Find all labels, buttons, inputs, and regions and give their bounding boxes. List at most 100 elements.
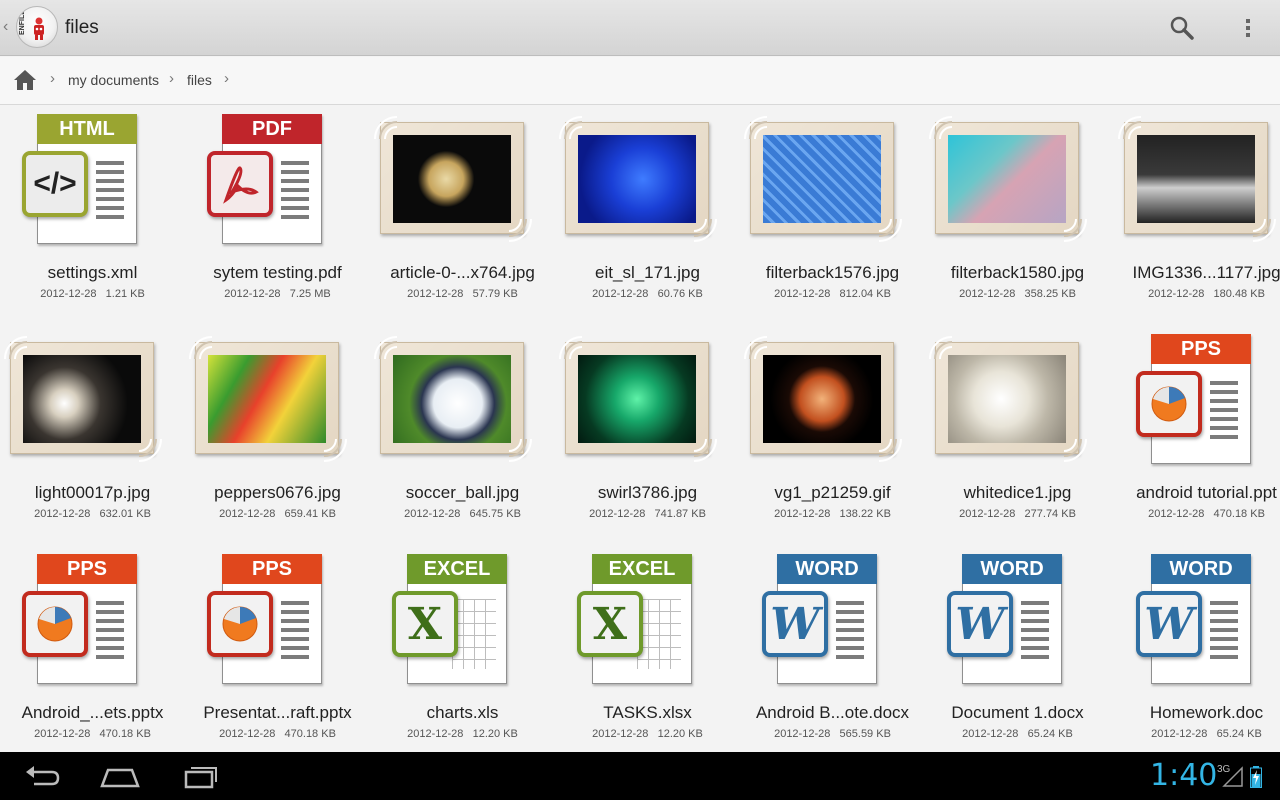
app-logo[interactable]: ENFILE (16, 6, 58, 48)
recent-apps-button[interactable] (178, 762, 222, 790)
frame-curl-icon (1251, 217, 1277, 243)
file-thumbnail: PDF (185, 112, 370, 250)
file-thumbnail (740, 332, 925, 470)
file-date: 2012-12-28 (774, 288, 831, 300)
status-clock[interactable]: 1:40 (1150, 758, 1217, 793)
file-item[interactable]: PPS android tutorial.ppt 2012-12-28 470.… (1114, 326, 1280, 546)
file-date: 2012-12-28 (1148, 508, 1205, 520)
overflow-menu-button[interactable] (1238, 14, 1258, 42)
document-lines (281, 161, 309, 224)
file-item[interactable]: eit_sl_171.jpg 2012-12-28 60.76 KB (555, 106, 740, 326)
pie-chart-icon (22, 591, 88, 657)
file-item[interactable]: WORD W Homework.doc 2012-12-28 65.24 KB (1114, 546, 1280, 766)
breadcrumb-home-button[interactable] (12, 67, 38, 93)
file-meta: 2012-12-28 1.21 KB (0, 288, 185, 300)
frame-curl-icon (692, 437, 718, 463)
file-item[interactable]: soccer_ball.jpg 2012-12-28 645.75 KB (370, 326, 555, 546)
breadcrumb-separator-icon: › (169, 70, 174, 87)
document-type-label: WORD (962, 554, 1062, 584)
file-meta: 2012-12-28 65.24 KB (1114, 728, 1280, 740)
file-name: sytem testing.pdf (213, 263, 342, 282)
document-lines (1021, 601, 1049, 664)
file-thumbnail (370, 332, 555, 470)
file-item[interactable]: light00017p.jpg 2012-12-28 632.01 KB (0, 326, 185, 546)
file-thumbnail: WORD W (740, 552, 925, 690)
back-icon (26, 766, 60, 786)
file-grid: HTML </> settings.xml 2012-12-28 1.21 KB… (0, 106, 1280, 752)
photo-thumbnail (744, 336, 902, 462)
file-meta: 2012-12-28 565.59 KB (740, 728, 925, 740)
file-item[interactable]: IMG1336...1177.jpg 2012-12-28 180.48 KB (1114, 106, 1280, 326)
html-code-icon: </> (22, 151, 88, 217)
file-date: 2012-12-28 (34, 728, 91, 740)
file-item[interactable]: swirl3786.jpg 2012-12-28 741.87 KB (555, 326, 740, 546)
document-lines (96, 601, 124, 664)
photo-thumbnail (744, 116, 902, 242)
file-thumbnail (1114, 112, 1280, 250)
file-size: 645.75 KB (469, 508, 521, 520)
file-name: peppers0676.jpg (214, 483, 341, 502)
photo-image (393, 355, 511, 443)
file-thumbnail: WORD W (1114, 552, 1280, 690)
file-size: 565.59 KB (839, 728, 891, 740)
frame-curl-icon (322, 437, 348, 463)
file-date: 2012-12-28 (592, 728, 649, 740)
file-thumbnail (925, 112, 1110, 250)
breadcrumb: › my documents › files › (0, 57, 1280, 105)
home-nav-button[interactable] (98, 762, 142, 790)
file-item[interactable]: EXCEL X charts.xls 2012-12-28 12.20 KB (370, 546, 555, 766)
file-item[interactable]: PPS Presentat...raft.pptx 2012-12-28 470… (185, 546, 370, 766)
file-item[interactable]: peppers0676.jpg 2012-12-28 659.41 KB (185, 326, 370, 546)
frame-curl-icon (743, 335, 769, 361)
word-w-icon: W (762, 591, 828, 657)
file-date: 2012-12-28 (219, 728, 276, 740)
search-button[interactable] (1166, 12, 1198, 44)
file-meta: 2012-12-28 358.25 KB (925, 288, 1110, 300)
file-thumbnail: HTML </> (0, 112, 185, 250)
file-size: 741.87 KB (654, 508, 706, 520)
file-item[interactable]: EXCEL X TASKS.xlsx 2012-12-28 12.20 KB (555, 546, 740, 766)
file-item[interactable]: PDF sytem testing.pdf 2012-12-28 7.25 MB (185, 106, 370, 326)
file-thumbnail (925, 332, 1110, 470)
file-size: 470.18 KB (99, 728, 151, 740)
home-nav-icon (100, 768, 140, 788)
file-date: 2012-12-28 (1148, 288, 1205, 300)
file-item[interactable]: HTML </> settings.xml 2012-12-28 1.21 KB (0, 106, 185, 326)
frame-curl-icon (1117, 115, 1143, 141)
robot-icon (34, 17, 44, 40)
file-item[interactable]: filterback1576.jpg 2012-12-28 812.04 KB (740, 106, 925, 326)
file-item[interactable]: article-0-...x764.jpg 2012-12-28 57.79 K… (370, 106, 555, 326)
pie-chart-icon (207, 591, 273, 657)
document-type-label: HTML (37, 114, 137, 144)
file-item[interactable]: whitedice1.jpg 2012-12-28 277.74 KB (925, 326, 1110, 546)
file-item[interactable]: WORD W Android B...ote.docx 2012-12-28 5… (740, 546, 925, 766)
breadcrumb-item-my-documents[interactable]: my documents (68, 72, 159, 88)
file-size: 659.41 KB (284, 508, 336, 520)
word-w-icon: W (1136, 591, 1202, 657)
file-thumbnail: PPS (185, 552, 370, 690)
file-item[interactable]: PPS Android_...ets.pptx 2012-12-28 470.1… (0, 546, 185, 766)
file-meta: 2012-12-28 741.87 KB (555, 508, 740, 520)
file-date: 2012-12-28 (959, 288, 1016, 300)
file-meta: 2012-12-28 12.20 KB (555, 728, 740, 740)
photo-image (763, 355, 881, 443)
frame-curl-icon (188, 335, 214, 361)
file-item[interactable]: vg1_p21259.gif 2012-12-28 138.22 KB (740, 326, 925, 546)
photo-thumbnail (929, 116, 1087, 242)
frame-curl-icon (373, 115, 399, 141)
file-meta: 2012-12-28 659.41 KB (185, 508, 370, 520)
up-caret-icon[interactable]: ‹ (3, 18, 8, 36)
photo-image (393, 135, 511, 223)
file-size: 7.25 MB (289, 288, 331, 300)
back-button[interactable] (20, 762, 64, 790)
breadcrumb-item-files[interactable]: files (187, 72, 212, 88)
file-item[interactable]: WORD W Document 1.docx 2012-12-28 65.24 … (925, 546, 1110, 766)
pie-chart-icon (1136, 371, 1202, 437)
file-item[interactable]: filterback1580.jpg 2012-12-28 358.25 KB (925, 106, 1110, 326)
file-date: 2012-12-28 (40, 288, 97, 300)
file-meta: 2012-12-28 65.24 KB (925, 728, 1110, 740)
home-icon (14, 70, 36, 90)
frame-curl-icon (877, 437, 903, 463)
frame-curl-icon (507, 217, 533, 243)
document-type-label: PPS (222, 554, 322, 584)
